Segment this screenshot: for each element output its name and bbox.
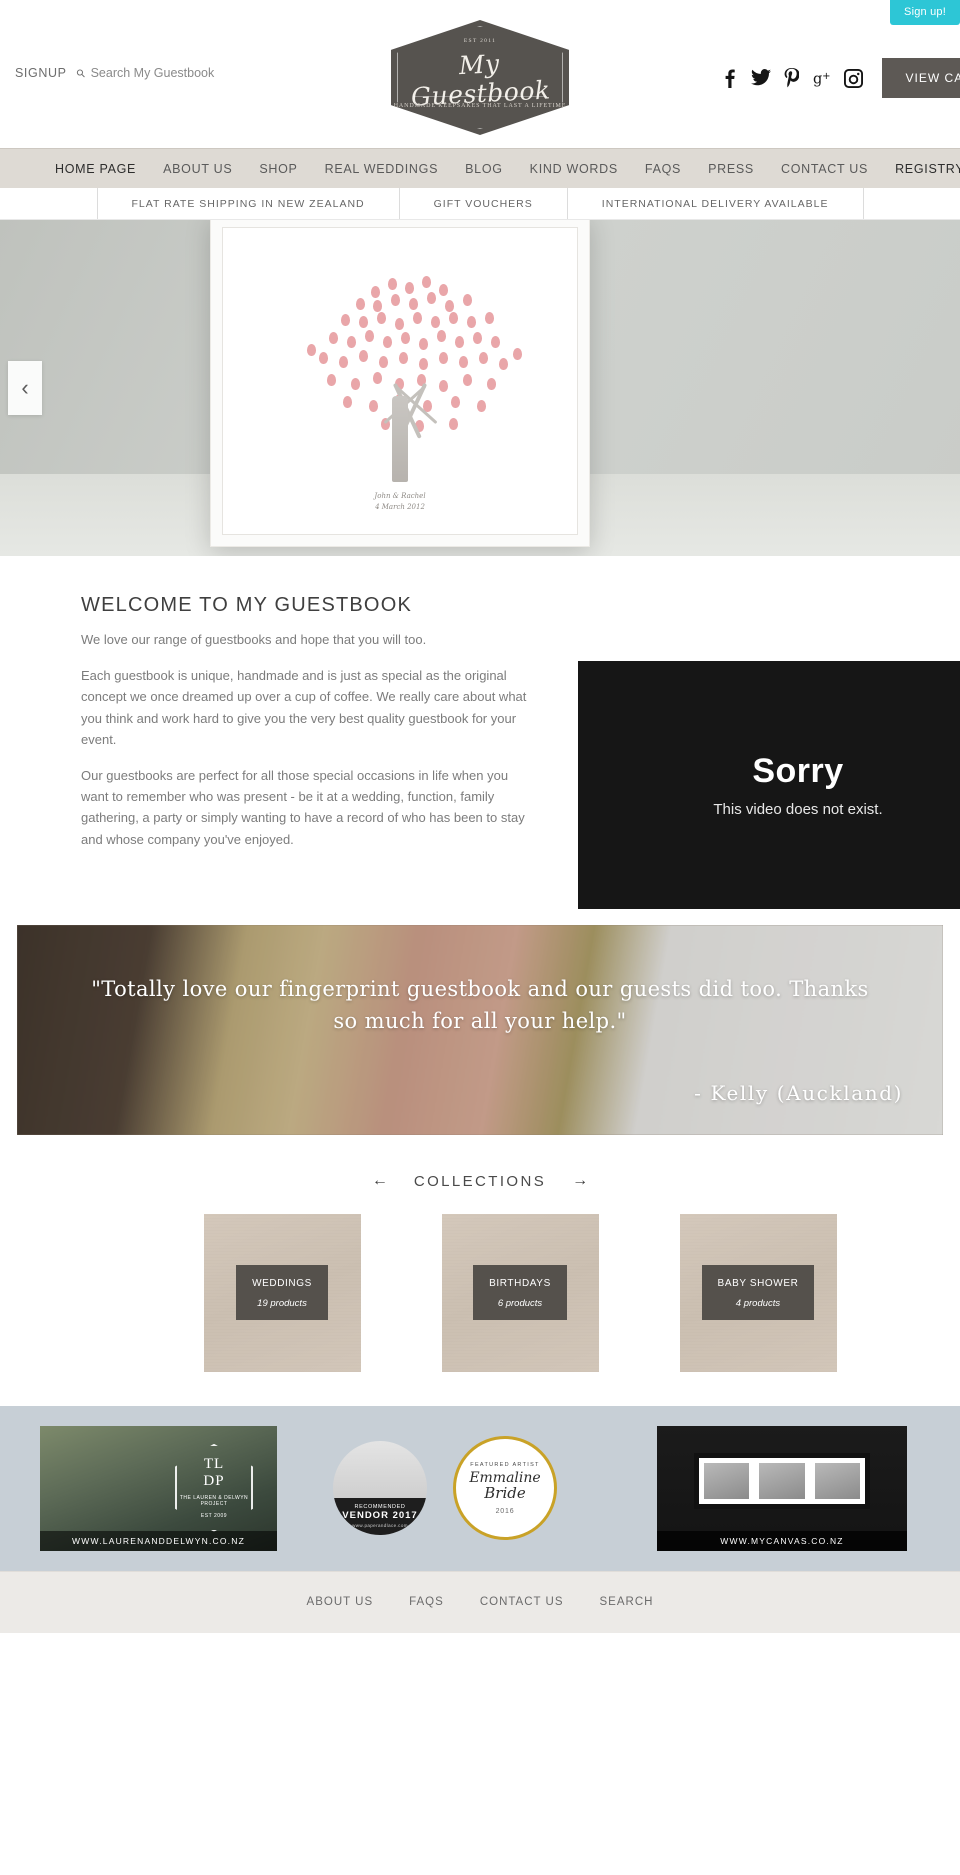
welcome-text-column: WELCOME TO MY GUESTBOOK We love our rang… xyxy=(81,594,536,850)
collection-count: 19 products xyxy=(257,1298,307,1310)
collection-count: 6 products xyxy=(497,1298,543,1310)
fingerprint-tree-canopy xyxy=(223,228,577,534)
nav-item-about-us[interactable]: ABOUT US xyxy=(163,162,232,176)
collection-name: BABY SHOWER xyxy=(717,1277,799,1289)
partner-badges-strip: TL DP THE LAUREN & DELWYN PROJECT EST 20… xyxy=(0,1405,960,1571)
welcome-paragraph-3: Our guestbooks are perfect for all those… xyxy=(81,767,525,847)
social-links: g + xyxy=(720,67,864,89)
tree-trunk xyxy=(392,396,408,482)
vendor-badge-line3: www.paperandlace.com xyxy=(352,1523,408,1529)
googleplus-icon[interactable]: g + xyxy=(813,67,833,89)
collections-next-arrow[interactable]: → xyxy=(572,1173,588,1189)
tldp-initials-top: TL xyxy=(203,1455,225,1472)
welcome-paragraph-1: We love our range of guestbooks and hope… xyxy=(81,632,427,647)
strip-item-flat-rate-shipping: FLAT RATE SHIPPING IN NEW ZEALAND xyxy=(96,188,400,219)
signup-tab-label: Sign up! xyxy=(904,6,946,18)
testimonial-quote: "Totally love our fingerprint guestbook … xyxy=(91,976,869,1034)
footer-link-search[interactable]: SEARCH xyxy=(600,1596,654,1608)
video-error-message: This video does not exist. xyxy=(713,801,883,818)
site-footer: ABOUT US FAQS CONTACT US SEARCH xyxy=(0,1570,960,1633)
logo-divider xyxy=(413,96,547,97)
collection-count: 4 products xyxy=(735,1298,781,1310)
welcome-paragraph-2: Each guestbook is unique, handmade and i… xyxy=(81,668,527,747)
badge-emmaline-bride[interactable]: FEATURED ARTIST Emmaline Bride 2016 xyxy=(453,1436,557,1541)
collections-header: ← COLLECTIONS → xyxy=(0,1173,960,1190)
emmaline-featured-artist: FEATURED ARTIST xyxy=(470,1461,540,1468)
signup-tab-button[interactable]: Sign up! xyxy=(890,0,960,25)
search-form[interactable]: ⚲ xyxy=(74,66,251,80)
nav-item-real-weddings[interactable]: REAL WEDDINGS xyxy=(325,162,439,176)
search-input[interactable] xyxy=(90,66,251,80)
footer-link-about-us[interactable]: ABOUT US xyxy=(307,1596,374,1608)
header-right-group: g+ VIEW CART xyxy=(720,58,960,98)
nav-item-press[interactable]: PRESS xyxy=(708,162,754,176)
chevron-left-icon: ‹ xyxy=(21,375,29,400)
nav-item-blog[interactable]: BLOG xyxy=(465,162,503,176)
twitter-icon[interactable] xyxy=(750,67,771,89)
footer-link-faqs[interactable]: FAQS xyxy=(409,1596,444,1608)
header-left-group: SIGNUP ⚲ xyxy=(15,66,251,80)
logo-tagline: HANDMADE KEEPSAKES THAT LAST A LIFETIME xyxy=(393,103,567,109)
nav-item-faqs[interactable]: FAQS xyxy=(645,162,681,176)
collection-card-birthdays[interactable]: BIRTHDAYS 6 products xyxy=(441,1213,599,1372)
hero-prev-arrow-button[interactable]: ‹ xyxy=(8,361,42,415)
hero-artwork-mat: John & Rachel 4 March 2012 xyxy=(222,227,578,535)
emmaline-bride-word: Bride xyxy=(484,1483,526,1502)
nav-item-shop[interactable]: SHOP xyxy=(259,162,297,176)
tldp-hex-logo: TL DP THE LAUREN & DELWYN PROJECT EST 20… xyxy=(175,1443,253,1532)
site-header: SIGNUP ⚲ EST 2011 My Guestbook HANDMADE … xyxy=(0,0,960,148)
main-navigation: HOME PAGE ABOUT US SHOP REAL WEDDINGS BL… xyxy=(0,148,960,188)
vendor-badge-bar: RECOMMENDED VENDOR 2017 www.paperandlace… xyxy=(333,1498,427,1536)
badge-url-mycanvas: WWW.MYCANVAS.CO.NZ xyxy=(657,1530,907,1551)
strip-item-international: INTERNATIONAL DELIVERY AVAILABLE xyxy=(568,188,864,219)
artwork-signature: John & Rachel 4 March 2012 xyxy=(374,492,426,511)
collections-prev-arrow[interactable]: ← xyxy=(372,1173,388,1189)
page-title: WELCOME TO MY GUESTBOOK xyxy=(81,594,412,616)
collections-section: ← COLLECTIONS → WEDDINGS 19 products BIR… xyxy=(0,1134,960,1372)
video-player[interactable]: Sorry This video does not exist. xyxy=(578,661,960,909)
video-error-title: Sorry xyxy=(752,752,844,790)
search-icon: ⚲ xyxy=(73,66,89,81)
tldp-initials-bottom: DP xyxy=(203,1472,225,1489)
signup-link[interactable]: SIGNUP xyxy=(15,66,67,80)
tldp-est: EST 2009 xyxy=(200,1512,228,1519)
footer-link-contact-us[interactable]: CONTACT US xyxy=(480,1596,564,1608)
svg-text:+: + xyxy=(822,71,830,82)
testimonial-banner: "Totally love our fingerprint guestbook … xyxy=(17,924,943,1135)
nav-item-contact-us[interactable]: CONTACT US xyxy=(781,162,868,176)
instagram-icon[interactable] xyxy=(844,67,864,89)
testimonial-author: - Kelly (Auckland) xyxy=(694,1080,903,1105)
badge-mycanvas[interactable]: WWW.MYCANVAS.CO.NZ xyxy=(657,1425,907,1551)
nav-item-registry[interactable]: REGISTRY xyxy=(895,162,960,176)
svg-text:g: g xyxy=(813,71,822,87)
hero-slider: John & Rachel 4 March 2012 ‹ xyxy=(0,220,960,556)
logo-est-text: EST 2011 xyxy=(463,38,497,44)
badge-recommended-vendor[interactable]: RECOMMENDED VENDOR 2017 www.paperandlace… xyxy=(333,1441,427,1536)
site-logo[interactable]: EST 2011 My Guestbook HANDMADE KEEPSAKES… xyxy=(391,20,569,135)
badge-lauren-and-delwyn[interactable]: TL DP THE LAUREN & DELWYN PROJECT EST 20… xyxy=(40,1425,277,1551)
collection-label: BIRTHDAYS 6 products xyxy=(473,1264,567,1321)
strip-item-gift-vouchers: GIFT VOUCHERS xyxy=(400,188,568,219)
collection-card-weddings[interactable]: WEDDINGS 19 products xyxy=(203,1213,361,1372)
tldp-subtitle: THE LAUREN & DELWYN PROJECT xyxy=(179,1494,249,1508)
collections-carousel: WEDDINGS 19 products BIRTHDAYS 6 product… xyxy=(0,1213,960,1372)
hero-product-frame: John & Rachel 4 March 2012 xyxy=(210,220,590,547)
emmaline-year: 2016 xyxy=(495,1507,515,1515)
collection-card-baby-shower[interactable]: BABY SHOWER 4 products xyxy=(679,1213,837,1372)
vendor-badge-line2: VENDOR 2017 xyxy=(342,1510,418,1522)
mycanvas-photo-frame xyxy=(694,1453,870,1510)
welcome-section: WELCOME TO MY GUESTBOOK We love our rang… xyxy=(0,556,960,925)
badge-url-lauren-delwyn: WWW.LAURENANDDELWYN.CO.NZ xyxy=(40,1530,277,1551)
pinterest-icon[interactable] xyxy=(782,67,802,89)
view-cart-button[interactable]: VIEW CART xyxy=(881,58,960,98)
collections-title: COLLECTIONS xyxy=(413,1172,547,1190)
facebook-icon[interactable] xyxy=(720,67,740,89)
nav-item-home-page[interactable]: HOME PAGE xyxy=(55,162,136,176)
collection-name: BIRTHDAYS xyxy=(489,1277,551,1289)
collection-label: WEDDINGS 19 products xyxy=(236,1264,328,1321)
collection-label: BABY SHOWER 4 products xyxy=(701,1264,815,1321)
collection-name: WEDDINGS xyxy=(252,1277,312,1289)
nav-item-kind-words[interactable]: KIND WORDS xyxy=(530,162,618,176)
shipping-info-strip: FLAT RATE SHIPPING IN NEW ZEALAND GIFT V… xyxy=(0,188,960,220)
